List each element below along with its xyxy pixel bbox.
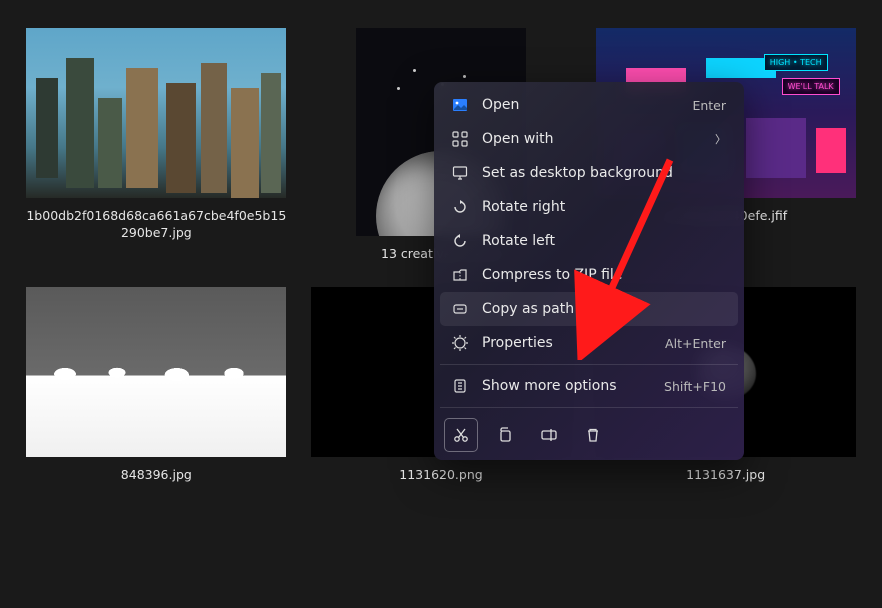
menu-label: Copy as path (482, 301, 726, 317)
neon-sign-text: WE'LL TALK (782, 78, 840, 95)
rotate-right-icon (452, 199, 468, 215)
more-options-icon (452, 378, 468, 394)
cut-icon (452, 426, 470, 444)
rename-icon (540, 426, 558, 444)
menu-label: Properties (482, 335, 651, 351)
file-tile[interactable]: 848396.jpg (22, 287, 291, 484)
menu-item-open[interactable]: Open Enter (440, 88, 738, 122)
menu-separator (440, 407, 738, 408)
copy-icon (496, 426, 514, 444)
delete-button[interactable] (576, 418, 610, 452)
menu-item-set-desktop-bg[interactable]: Set as desktop background (440, 156, 738, 190)
delete-icon (584, 426, 602, 444)
menu-label: Open with (482, 131, 701, 147)
thumbnail (26, 287, 286, 457)
neon-sign-text: HIGH • TECH (764, 54, 828, 71)
cut-button[interactable] (444, 418, 478, 452)
copy-button[interactable] (488, 418, 522, 452)
menu-item-rotate-left[interactable]: Rotate left (440, 224, 738, 258)
rename-button[interactable] (532, 418, 566, 452)
menu-label: Compress to ZIP file (482, 267, 726, 283)
menu-label: Open (482, 97, 678, 113)
menu-shortcut: Enter (692, 98, 726, 113)
menu-label: Show more options (482, 378, 650, 394)
rotate-left-icon (452, 233, 468, 249)
file-name: 1131620.png (399, 467, 482, 484)
menu-action-bar (440, 412, 738, 454)
menu-item-rotate-right[interactable]: Rotate right (440, 190, 738, 224)
context-menu: Open Enter Open with 〉 Set as desktop ba… (434, 82, 744, 460)
file-name: 1b00db2f0168d68ca661a67cbe4f0e5b15290be7… (26, 208, 286, 242)
thumbnail (26, 28, 286, 198)
file-name: 848396.jpg (121, 467, 192, 484)
open-with-icon (452, 131, 468, 147)
properties-icon (452, 335, 468, 351)
menu-shortcut: Alt+Enter (665, 336, 726, 351)
menu-item-compress-zip[interactable]: Compress to ZIP file (440, 258, 738, 292)
menu-item-copy-as-path[interactable]: Copy as path (440, 292, 738, 326)
menu-shortcut: Shift+F10 (664, 379, 726, 394)
zip-icon (452, 267, 468, 283)
file-name: 1131637.jpg (686, 467, 765, 484)
chevron-right-icon: 〉 (715, 131, 726, 147)
desktop-bg-icon (452, 165, 468, 181)
menu-item-show-more-options[interactable]: Show more options Shift+F10 (440, 369, 738, 403)
copy-path-icon (452, 301, 468, 317)
menu-separator (440, 364, 738, 365)
file-tile[interactable]: 1b00db2f0168d68ca661a67cbe4f0e5b15290be7… (22, 28, 291, 263)
menu-label: Rotate right (482, 199, 726, 215)
menu-label: Rotate left (482, 233, 726, 249)
open-image-icon (452, 97, 468, 113)
menu-label: Set as desktop background (482, 165, 726, 181)
menu-item-open-with[interactable]: Open with 〉 (440, 122, 738, 156)
menu-item-properties[interactable]: Properties Alt+Enter (440, 326, 738, 360)
